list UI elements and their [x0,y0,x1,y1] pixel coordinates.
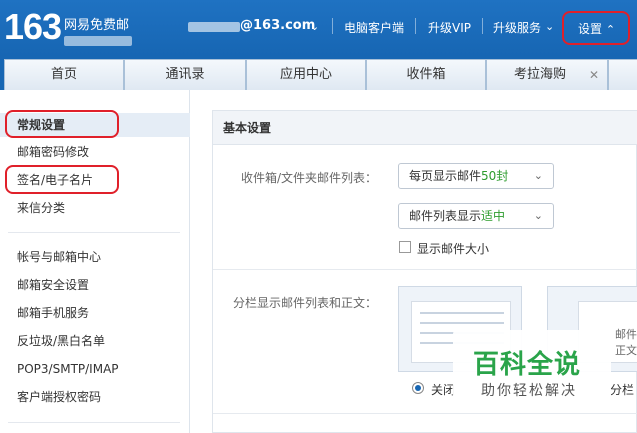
density-value: 适中 [481,209,506,223]
service-chevron-down-icon[interactable]: ⌄ [545,20,554,33]
close-icon[interactable]: ✕ [589,60,599,90]
settings-sidebar: 常规设置 邮箱密码修改 签名/电子名片 来信分类 帐号与邮箱中心 邮箱安全设置 … [0,90,190,433]
tab-home[interactable]: 首页 [4,59,124,90]
sidebar-item-mail-filter[interactable]: 来信分类 [0,196,190,220]
sidebar-item-client-auth-password[interactable]: 客户端授权密码 [0,385,190,409]
highlight-signature [5,165,119,194]
header-divider [332,18,333,34]
upgrade-service-link[interactable]: 升级服务 [493,19,541,36]
watermark-logo: 百科全说 助你轻松解决 [453,330,611,408]
tab-label: 首页 [50,67,77,82]
blurred-logo-text [64,36,132,46]
top-header: 163 网易免费邮 @163.com ⌄ 电脑客户端 升级VIP 升级服务 ⌄ … [0,0,637,56]
mail-list-label: 收件箱/文件夹邮件列表： [241,171,378,185]
section-title: 基本设置 [213,111,637,145]
tab-contacts[interactable]: 通讯录 [124,59,246,90]
sidebar-item-account-center[interactable]: 帐号与邮箱中心 [0,245,190,269]
per-page-select[interactable]: 每页显示邮件50封 ⌄ [398,163,554,189]
sidebar-item-security[interactable]: 邮箱安全设置 [0,273,190,297]
density-prefix: 邮件列表显示 [409,209,482,223]
watermark-subtitle: 助你轻松解决 [481,383,577,399]
tab-inbox[interactable]: 收件箱 [366,59,486,90]
tab-label: 通讯录 [165,67,205,82]
row-divider [213,269,637,270]
highlight-general-settings [5,110,119,138]
row-divider [213,413,637,414]
split-off-radio[interactable] [412,382,424,394]
logo-number[interactable]: 163 [4,7,62,47]
account-email[interactable]: @163.com [240,18,315,33]
radio-dot [415,385,421,391]
tab-label: 应用中心 [279,67,332,82]
per-page-prefix: 每页显示邮件 [409,169,482,183]
sidebar-item-mobile-service[interactable]: 邮箱手机服务 [0,301,190,325]
chevron-down-icon: ⌄ [533,209,543,222]
preview-line [420,322,504,324]
split-view-label: 分栏显示邮件列表和正文： [233,296,378,310]
blurred-account-name [188,22,240,32]
preview-line [420,312,504,314]
per-page-value: 50封 [481,169,509,183]
desktop-client-link[interactable]: 电脑客户端 [344,19,404,36]
tab-overflow[interactable] [608,59,637,90]
preview-right-text: 邮件正文 [615,328,637,357]
sidebar-item-pop3-smtp-imap[interactable]: POP3/SMTP/IMAP [0,357,190,381]
header-divider [415,18,416,34]
settings-button[interactable]: 设置 ⌃ [562,11,630,45]
show-size-checkbox[interactable] [399,241,411,253]
tab-kaola[interactable]: 考拉海购 ✕ [486,59,608,90]
chevron-up-icon: ⌃ [605,23,616,36]
chevron-down-icon: ⌄ [533,169,543,182]
tab-label: 考拉海购 [513,67,566,82]
tab-bar: 首页 通讯录 应用中心 收件箱 考拉海购 ✕ [0,56,637,90]
account-chevron-down-icon[interactable]: ⌄ [310,20,319,33]
logo-subtitle: 网易免费邮 [64,18,130,33]
show-size-label: 显示邮件大小 [417,242,490,256]
split-right-label: 分栏 [610,383,635,397]
settings-label: 设置 [578,22,603,36]
sidebar-item-antispam[interactable]: 反垃圾/黑白名单 [0,329,190,353]
tab-app-center[interactable]: 应用中心 [246,59,366,90]
tab-label: 收件箱 [406,67,446,82]
sidebar-divider [8,232,180,233]
upgrade-vip-link[interactable]: 升级VIP [428,19,471,36]
sidebar-item-password-change[interactable]: 邮箱密码修改 [0,140,190,164]
watermark-title: 百科全说 [473,350,582,380]
sidebar-divider [8,422,180,423]
header-divider [482,18,483,34]
split-off-label: 关闭 [431,383,456,397]
list-density-select[interactable]: 邮件列表显示适中 ⌄ [398,203,554,229]
